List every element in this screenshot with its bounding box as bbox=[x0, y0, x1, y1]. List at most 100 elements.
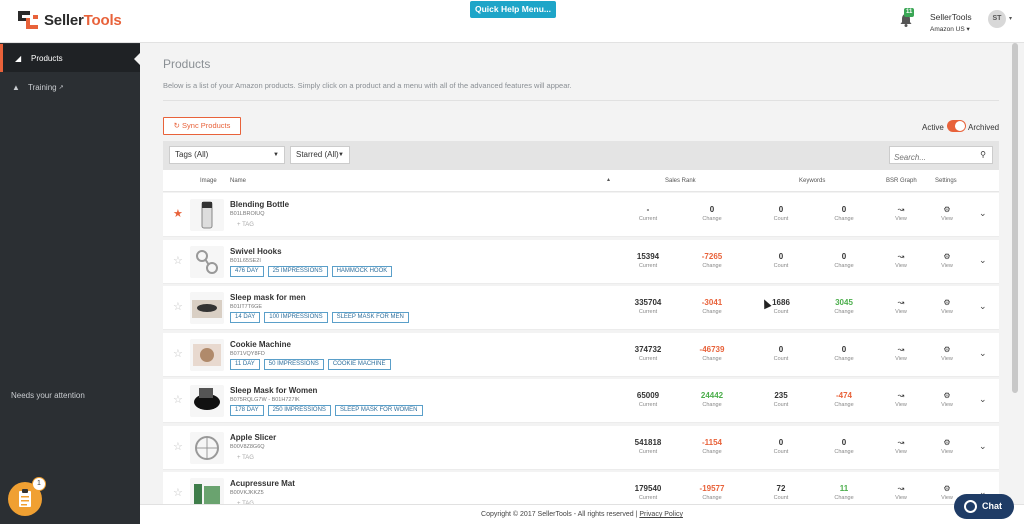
star-icon[interactable]: ☆ bbox=[173, 395, 183, 406]
chat-button[interactable]: Chat bbox=[954, 494, 1014, 519]
product-tag[interactable]: SLEEP MASK FOR WOMEN bbox=[334, 405, 423, 416]
product-name[interactable]: Blending Bottle bbox=[230, 200, 289, 209]
product-tag[interactable]: 25 IMPRESSIONS bbox=[267, 266, 328, 277]
product-image bbox=[190, 246, 224, 278]
footer: Copyright © 2017 SellerTools - All right… bbox=[140, 504, 1024, 524]
starred-filter-select[interactable]: Starred (All) ▼ bbox=[290, 146, 350, 164]
product-name[interactable]: Acupressure Mat bbox=[230, 479, 295, 488]
product-name[interactable]: Apple Slicer bbox=[230, 433, 276, 442]
product-tag[interactable]: SLEEP MASK FOR MEN bbox=[331, 312, 409, 323]
bsr-graph-view-button[interactable]: ↝ View bbox=[886, 391, 916, 409]
sync-products-button[interactable]: ↻ Sync Products bbox=[163, 117, 241, 135]
sync-label: Sync Products bbox=[182, 121, 231, 130]
column-header-sales-rank[interactable]: Sales Rank bbox=[665, 178, 696, 184]
star-icon[interactable]: ☆ bbox=[173, 349, 183, 360]
tags-filter-select[interactable]: Tags (All) ▼ bbox=[169, 146, 285, 164]
divider bbox=[163, 100, 999, 101]
chevron-down-icon[interactable]: ⌄ bbox=[979, 301, 987, 312]
bsr-graph-view-button[interactable]: ↝ View bbox=[886, 345, 916, 363]
quick-help-menu-button[interactable]: Quick Help Menu... bbox=[470, 1, 556, 18]
sales-rank-current: - Current bbox=[638, 205, 658, 222]
line-chart-icon: ↝ bbox=[897, 391, 905, 400]
star-icon[interactable]: ★ bbox=[173, 209, 183, 220]
account-name[interactable]: SellerTools bbox=[930, 12, 972, 22]
settings-view-button[interactable]: ⚙ View bbox=[932, 252, 962, 270]
keywords-count: 0 Count bbox=[773, 205, 789, 222]
needs-attention-label: Needs your attention bbox=[11, 391, 85, 400]
chevron-down-icon[interactable]: ⌄ bbox=[979, 394, 987, 405]
settings-view-button[interactable]: ⚙ View bbox=[932, 438, 962, 456]
table-row[interactable]: ☆ Sleep Mask for Women B075RQLG7W - B01H… bbox=[163, 379, 999, 423]
star-icon[interactable]: ☆ bbox=[173, 442, 183, 453]
product-tag[interactable]: 476 DAY bbox=[230, 266, 264, 277]
add-tag-button[interactable]: + TAG bbox=[237, 455, 254, 461]
product-tag[interactable]: 100 IMPRESSIONS bbox=[264, 312, 328, 323]
column-header-keywords[interactable]: Keywords bbox=[799, 178, 825, 184]
product-name[interactable]: Sleep Mask for Women bbox=[230, 386, 317, 395]
marketplace-selector[interactable]: Amazon US ▾ bbox=[930, 25, 970, 33]
tag-list: 11 DAY 50 IMPRESSIONS COOKIE MACHINE bbox=[230, 359, 391, 370]
chevron-down-icon: ▼ bbox=[273, 152, 279, 158]
bsr-graph-view-button[interactable]: ↝ View bbox=[886, 298, 916, 316]
gear-icon: ⚙ bbox=[943, 252, 951, 261]
table-row[interactable]: ☆ Apple Slicer B00V8Z8G6Q + TAG 541818 Cu… bbox=[163, 426, 999, 470]
table-row[interactable]: ★ Blending Bottle B01LBROIUQ + TAG - Curr… bbox=[163, 193, 999, 237]
column-header-bsr-graph: BSR Graph bbox=[886, 178, 917, 184]
scrollbar[interactable] bbox=[1012, 43, 1018, 393]
sidebar-item-training[interactable]: ▲ Training ↗ bbox=[0, 73, 140, 101]
product-tag[interactable]: 14 DAY bbox=[230, 312, 261, 323]
sidebar-item-label: Training bbox=[28, 82, 57, 92]
search-icon[interactable]: ⚲ bbox=[980, 150, 986, 159]
star-icon[interactable]: ☆ bbox=[173, 488, 183, 499]
privacy-policy-link[interactable]: Privacy Policy bbox=[639, 511, 683, 518]
keywords-count: 235 Count bbox=[773, 391, 789, 408]
star-icon[interactable]: ☆ bbox=[173, 302, 183, 313]
product-tag[interactable]: 250 IMPRESSIONS bbox=[267, 405, 331, 416]
add-tag-button[interactable]: + TAG bbox=[237, 222, 254, 228]
bsr-graph-view-button[interactable]: ↝ View bbox=[886, 205, 916, 223]
sort-caret-icon[interactable]: ▴ bbox=[607, 176, 610, 183]
bsr-graph-view-button[interactable]: ↝ View bbox=[886, 438, 916, 456]
chevron-down-icon[interactable]: ⌄ bbox=[979, 208, 987, 219]
sidebar-item-products[interactable]: ◢ Products bbox=[0, 44, 141, 72]
archived-label: Archived bbox=[968, 123, 1000, 132]
chevron-down-icon[interactable]: ▾ bbox=[1009, 15, 1012, 22]
settings-view-button[interactable]: ⚙ View bbox=[932, 205, 962, 223]
active-label: Active bbox=[922, 123, 944, 132]
top-bar: SellerTools Quick Help Menu... 11 Seller… bbox=[0, 0, 1024, 43]
keywords-change: 0 Change bbox=[834, 205, 854, 222]
search-input[interactable] bbox=[894, 153, 974, 162]
product-tag[interactable]: 11 DAY bbox=[230, 359, 260, 370]
product-tag[interactable]: 50 IMPRESSIONS bbox=[263, 359, 324, 370]
table-row[interactable]: ☆ Swivel Hooks B01L65SE2I 476 DAY 25 IMPR… bbox=[163, 240, 999, 284]
settings-view-button[interactable]: ⚙ View bbox=[932, 345, 962, 363]
product-name[interactable]: Cookie Machine bbox=[230, 340, 291, 349]
chevron-down-icon[interactable]: ⌄ bbox=[979, 441, 987, 452]
logo[interactable]: SellerTools bbox=[18, 11, 122, 29]
active-archived-toggle[interactable] bbox=[947, 120, 966, 132]
column-header-name[interactable]: Name bbox=[230, 178, 246, 184]
table-row[interactable]: ☆ Sleep mask for men B01IT7T6GE 14 DAY 10… bbox=[163, 286, 999, 330]
product-asin: B071VQY8FD bbox=[230, 351, 265, 357]
product-tag[interactable]: COOKIE MACHINE bbox=[327, 359, 391, 370]
bsr-graph-view-button[interactable]: ↝ View bbox=[886, 252, 916, 270]
settings-view-button[interactable]: ⚙ View bbox=[932, 391, 962, 409]
sales-rank-change: -7265 Change bbox=[701, 252, 723, 269]
chevron-down-icon[interactable]: ⌄ bbox=[979, 348, 987, 359]
bsr-graph-view-button[interactable]: ↝ View bbox=[886, 484, 916, 502]
product-name[interactable]: Sleep mask for men bbox=[230, 293, 306, 302]
table-row[interactable]: ☆ Cookie Machine B071VQY8FD 11 DAY 50 IMP… bbox=[163, 333, 999, 377]
product-name[interactable]: Swivel Hooks bbox=[230, 247, 282, 256]
avatar[interactable]: ST bbox=[988, 10, 1006, 28]
line-chart-icon: ↝ bbox=[897, 484, 905, 493]
page-title: Products bbox=[163, 57, 211, 71]
gear-icon: ⚙ bbox=[943, 391, 951, 400]
product-asin: B00V8Z8G6Q bbox=[230, 444, 265, 450]
product-tag[interactable]: 178 DAY bbox=[230, 405, 264, 416]
settings-view-button[interactable]: ⚙ View bbox=[932, 298, 962, 316]
sales-rank-change: -19577 Change bbox=[699, 484, 725, 501]
star-icon[interactable]: ☆ bbox=[173, 256, 183, 267]
chevron-down-icon[interactable]: ⌄ bbox=[979, 255, 987, 266]
product-tag[interactable]: HAMMOCK HOOK bbox=[331, 266, 393, 277]
line-chart-icon: ↝ bbox=[897, 438, 905, 447]
